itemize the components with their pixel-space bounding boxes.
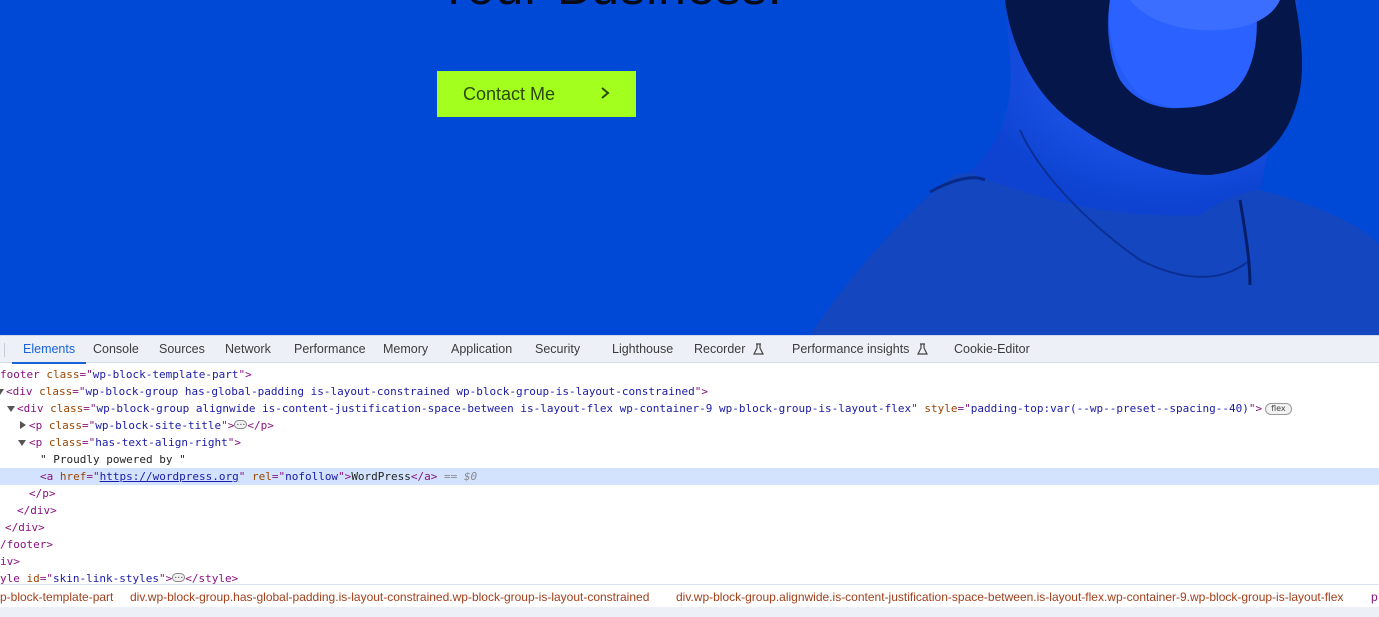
devtools-panel: Elements Console Sources Network Perform… [0,335,1379,617]
close-tag: iv> [0,555,20,568]
tab-recorder-label: Recorder [694,342,746,356]
tag-name: yle [0,572,20,584]
attr-name: rel [251,470,272,483]
close-tag: </div> [5,521,45,534]
tab-application[interactable]: Application [451,336,512,363]
drawer-strip [0,607,1379,617]
attr-name: style [924,402,958,415]
tab-security[interactable]: Security [535,336,580,363]
tabbar-divider [4,343,5,357]
attr-name: class [48,436,82,449]
dom-close-p[interactable]: </p> [0,485,1379,502]
close-tag: </div> [17,504,57,517]
attr-value: padding-top:var(--wp--preset--spacing--4… [970,402,1249,415]
page-viewport: Your Business. Contact Me [0,0,1379,335]
dom-node-div-global-padding[interactable]: <div class="wp-block-group has-global-pa… [0,383,1379,400]
collapse-triangle-icon[interactable] [20,421,26,429]
tab-cookie-editor[interactable]: Cookie-Editor [954,336,1030,363]
tab-console[interactable]: Console [93,336,139,363]
tab-elements[interactable]: Elements [11,336,87,364]
breadcrumb-bar: p-block-template-part div.wp-block-group… [0,584,1379,617]
dom-tree: footer class="wp-block-template-part"> <… [0,364,1379,584]
tab-sources[interactable]: Sources [159,336,205,363]
tag-name: div [23,402,44,415]
breadcrumb-item[interactable]: p [1371,589,1378,606]
attr-value: wp-block-group alignwide is-content-just… [96,402,912,415]
breadcrumb-item[interactable]: p-block-template-part [0,589,113,606]
dom-text-node[interactable]: " Proudly powered by " [0,451,1379,468]
close-tag: </p> [29,487,56,500]
dom-node-p-text-align-right[interactable]: <p class="has-text-align-right"> [0,434,1379,451]
attr-value: wp-block-site-title [95,419,222,432]
dom-close-div[interactable]: iv> [0,553,1379,570]
attr-name: class [50,402,84,415]
flask-icon [752,343,764,355]
attr-name: href [59,470,87,483]
dom-node-p-site-title[interactable]: <p class="wp-block-site-title"></p> [0,415,1379,434]
console-ref: == $0 [444,470,478,483]
attr-name: class [46,368,80,381]
contact-me-label: Contact Me [463,83,556,104]
flask-icon [916,343,928,355]
expand-triangle-icon[interactable] [0,389,4,395]
dom-node-footer[interactable]: footer class="wp-block-template-part"> [0,366,1379,383]
tab-network[interactable]: Network [225,336,271,363]
attr-name: class [39,385,73,398]
attr-value: nofollow [285,470,339,483]
close-tag: /footer> [0,538,53,551]
dom-close-footer[interactable]: /footer> [0,536,1379,553]
expand-triangle-icon[interactable] [18,440,26,446]
contact-me-button[interactable]: Contact Me [437,71,636,117]
tab-performance-insights[interactable]: Performance insights [792,336,928,363]
tab-performance[interactable]: Performance [294,336,366,363]
collapsed-ellipsis-icon[interactable] [172,568,186,584]
dom-close-div[interactable]: </div> [0,502,1379,519]
attr-value: skin-link-styles [53,572,159,584]
portrait-photo [810,0,1379,335]
tab-performance-insights-label: Performance insights [792,342,910,356]
expand-triangle-icon[interactable] [7,406,15,412]
tag-name: footer [0,368,40,381]
dom-node-style[interactable]: yle id="skin-link-styles"></style> [0,568,1379,584]
dom-close-div[interactable]: </div> [0,519,1379,536]
tab-lighthouse[interactable]: Lighthouse [612,336,673,363]
hero-heading: Your Business. [437,0,783,12]
dom-node-div-alignwide[interactable]: <div class="wp-block-group alignwide is-… [0,400,1379,417]
text-node-content: WordPress [351,470,411,483]
flex-badge[interactable]: flex [1265,403,1292,415]
text-node-content: " Proudly powered by " [40,453,186,466]
devtools-tab-bar: Elements Console Sources Network Perform… [0,335,1379,364]
tag-name: p [35,419,43,432]
attr-value: wp-block-group has-global-padding is-lay… [85,385,695,398]
tag-name: div [12,385,33,398]
attr-name: class [48,419,82,432]
attr-value: has-text-align-right [95,436,228,449]
dom-node-a-wordpress[interactable]: <a href="https://wordpress.org" rel="nof… [0,468,1379,485]
breadcrumb-item[interactable]: div.wp-block-group.alignwide.is-content-… [676,589,1343,606]
chevron-right-icon [601,87,610,99]
attr-name: id [26,572,40,584]
breadcrumb-item[interactable]: div.wp-block-group.has-global-padding.is… [130,589,649,606]
tab-recorder[interactable]: Recorder [694,336,764,363]
tab-memory[interactable]: Memory [383,336,428,363]
tag-name: p [35,436,43,449]
tag-name: a [46,470,54,483]
href-link[interactable]: https://wordpress.org [100,470,239,483]
tag-name: a [424,470,431,483]
attr-value: wp-block-template-part [92,368,239,381]
collapsed-ellipsis-icon[interactable] [234,415,248,432]
